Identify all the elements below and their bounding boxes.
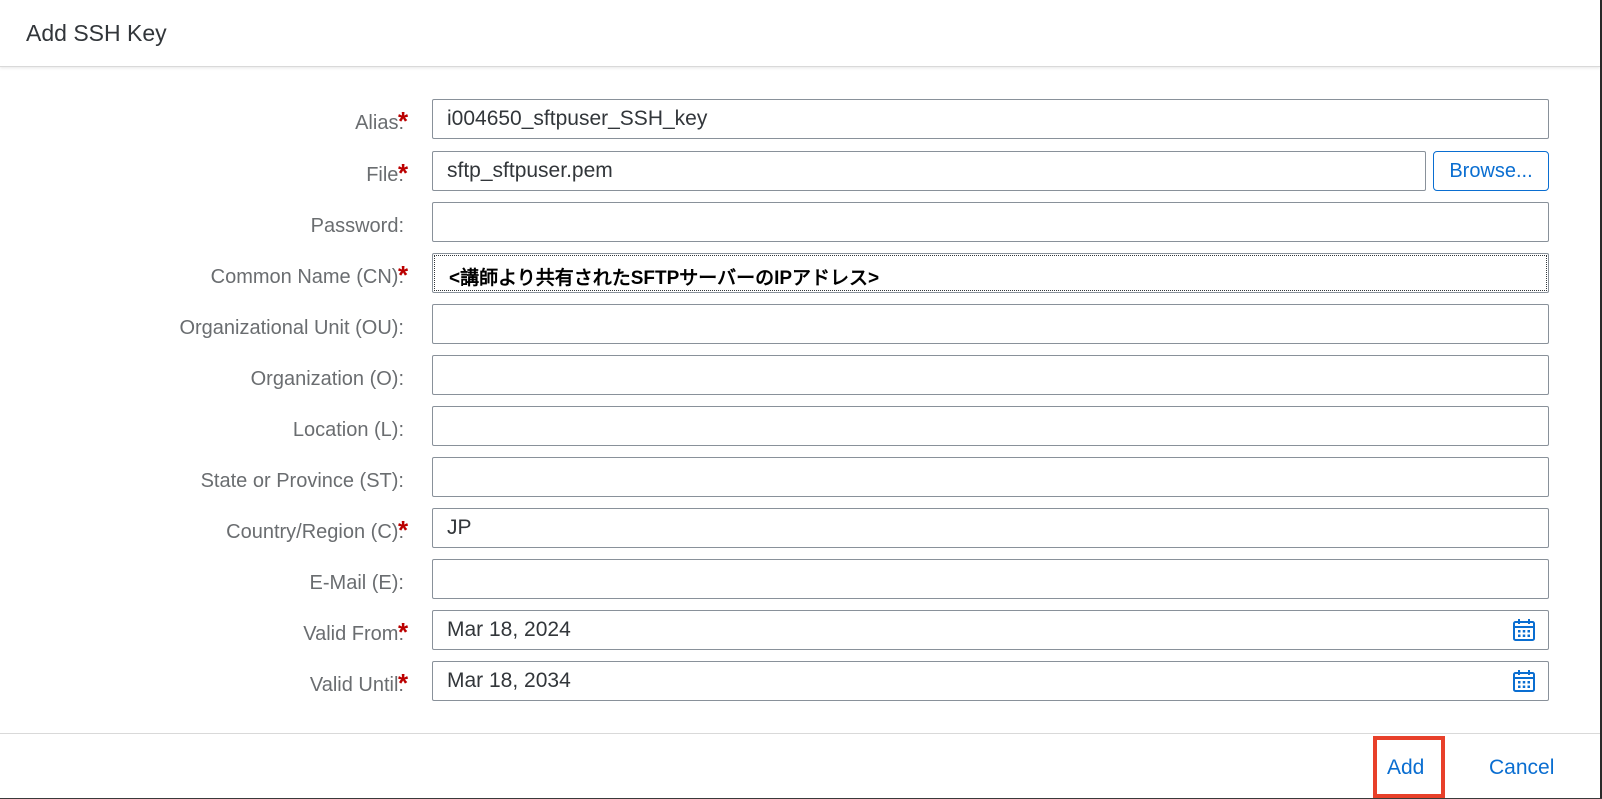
org-unit-field[interactable] bbox=[432, 304, 1549, 344]
organization-row: Organization (O): bbox=[0, 355, 1600, 397]
common-name-row: Common Name (CN): * <講師より共有されたSFTPサーバーのI… bbox=[0, 253, 1600, 295]
calendar-icon[interactable] bbox=[1512, 618, 1536, 642]
browse-button[interactable]: Browse... bbox=[1433, 151, 1549, 191]
add-button-highlight bbox=[1373, 736, 1445, 798]
required-marker: * bbox=[398, 106, 409, 136]
alias-field[interactable]: i004650_sftpuser_SSH_key bbox=[432, 99, 1549, 139]
valid-from-field[interactable]: Mar 18, 2024 bbox=[432, 610, 1549, 650]
org-unit-row: Organizational Unit (OU): bbox=[0, 304, 1600, 346]
alias-row: Alias: * i004650_sftpuser_SSH_key bbox=[0, 99, 1600, 141]
add-ssh-key-dialog: Add SSH Key Alias: * i004650_sftpuser_SS… bbox=[0, 0, 1602, 798]
password-label: Password: bbox=[310, 215, 404, 237]
valid-from-value: Mar 18, 2024 bbox=[447, 618, 571, 641]
required-marker: * bbox=[398, 515, 409, 545]
alias-label: Alias: bbox=[355, 112, 404, 134]
valid-until-field[interactable]: Mar 18, 2034 bbox=[432, 661, 1549, 701]
organization-field[interactable] bbox=[432, 355, 1549, 395]
common-name-label: Common Name (CN): bbox=[210, 266, 404, 288]
required-marker: * bbox=[398, 158, 409, 188]
required-marker: * bbox=[398, 617, 409, 647]
country-row: Country/Region (C): * JP bbox=[0, 508, 1600, 550]
password-field[interactable] bbox=[432, 202, 1549, 242]
email-label: E-Mail (E): bbox=[309, 572, 404, 594]
valid-until-row: Valid Until: * Mar 18, 2034 bbox=[0, 661, 1600, 703]
state-label: State or Province (ST): bbox=[200, 470, 404, 492]
valid-from-row: Valid From: * Mar 18, 2024 bbox=[0, 610, 1600, 652]
password-row: Password: bbox=[0, 202, 1600, 244]
required-marker: * bbox=[398, 260, 409, 290]
valid-until-value: Mar 18, 2034 bbox=[447, 669, 571, 692]
file-field[interactable]: sftp_sftpuser.pem bbox=[432, 151, 1426, 191]
dialog-header: Add SSH Key bbox=[0, 0, 1600, 67]
valid-from-label: Valid From: bbox=[303, 623, 404, 645]
email-field[interactable] bbox=[432, 559, 1549, 599]
country-value: JP bbox=[447, 516, 472, 539]
required-marker: * bbox=[398, 668, 409, 698]
state-row: State or Province (ST): bbox=[0, 457, 1600, 499]
common-name-field[interactable]: <講師より共有されたSFTPサーバーのIPアドレス> bbox=[432, 253, 1549, 293]
calendar-icon[interactable] bbox=[1512, 669, 1536, 693]
valid-until-label: Valid Until: bbox=[309, 674, 404, 696]
organization-label: Organization (O): bbox=[250, 368, 404, 390]
location-row: Location (L): bbox=[0, 406, 1600, 448]
location-label: Location (L): bbox=[292, 419, 404, 441]
dialog-title: Add SSH Key bbox=[26, 20, 167, 46]
dialog-footer: Add Cancel bbox=[0, 733, 1600, 799]
country-field[interactable]: JP bbox=[432, 508, 1549, 548]
email-row: E-Mail (E): bbox=[0, 559, 1600, 601]
country-label: Country/Region (C): bbox=[226, 521, 404, 543]
alias-value: i004650_sftpuser_SSH_key bbox=[447, 107, 708, 130]
state-field[interactable] bbox=[432, 457, 1549, 497]
file-value: sftp_sftpuser.pem bbox=[447, 159, 613, 182]
file-row: File: * sftp_sftpuser.pem Browse... bbox=[0, 151, 1600, 193]
common-name-value: <講師より共有されたSFTPサーバーのIPアドレス> bbox=[449, 268, 880, 289]
location-field[interactable] bbox=[432, 406, 1549, 446]
cancel-button[interactable]: Cancel bbox=[1489, 756, 1554, 780]
org-unit-label: Organizational Unit (OU): bbox=[179, 317, 404, 339]
